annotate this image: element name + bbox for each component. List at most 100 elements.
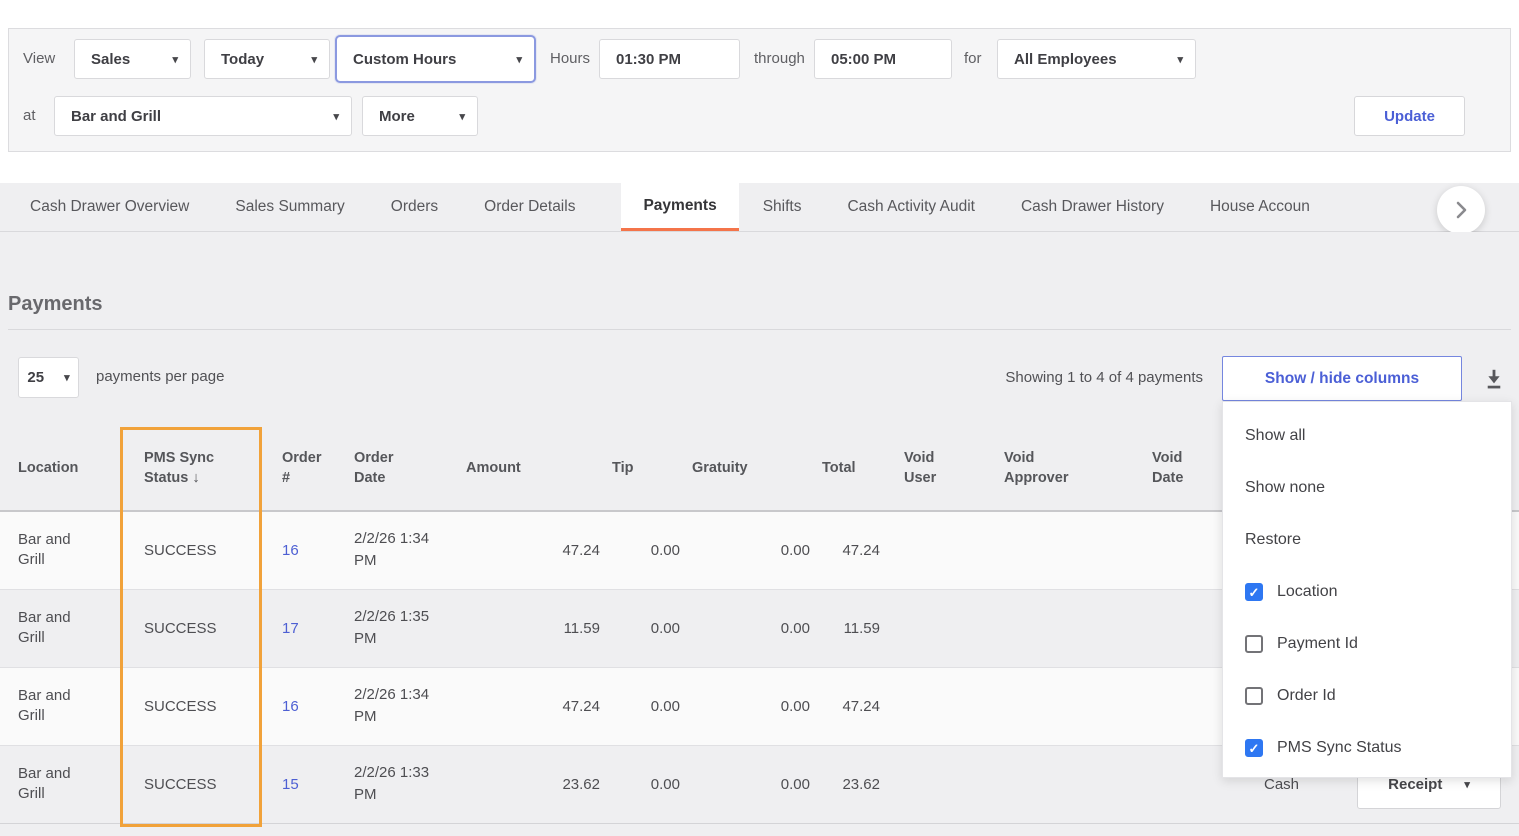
tab-cash-drawer-history[interactable]: Cash Drawer History [1021, 183, 1164, 231]
caret-down-icon: ▾ [311, 53, 317, 66]
pms-sync-status-cell: SUCCESS [120, 745, 262, 823]
column-header-total[interactable]: Total [822, 425, 892, 511]
void-approver-cell [992, 589, 1140, 667]
caret-down-icon: ▾ [1464, 778, 1470, 791]
hours-end-input[interactable]: 05:00 PM [814, 39, 952, 79]
pms-sync-status-cell: SUCCESS [120, 589, 262, 667]
amount-cell: 23.62 [466, 745, 612, 823]
column-header-order-date[interactable]: Order Date [342, 425, 466, 511]
for-label: for [964, 39, 982, 79]
caret-down-icon: ▾ [1177, 53, 1183, 66]
checkbox-icon[interactable]: ✓ [1245, 635, 1263, 653]
gratuity-cell: 0.00 [692, 667, 822, 745]
sort-descending-icon: ↓ [192, 470, 199, 486]
download-button[interactable] [1481, 366, 1507, 392]
caret-down-icon: ▾ [64, 371, 70, 384]
hours-label: Hours [550, 39, 590, 79]
order-number-link[interactable]: 17 [282, 620, 299, 637]
column-header-tip[interactable]: Tip [612, 425, 692, 511]
location-cell: Bar and Grill [18, 686, 80, 726]
tab-cash-activity-audit[interactable]: Cash Activity Audit [847, 183, 975, 231]
tip-cell: 0.00 [612, 589, 692, 667]
through-label: through [754, 39, 805, 79]
column-header-location[interactable]: Location [0, 425, 120, 511]
void-user-cell [892, 589, 992, 667]
tab-house-accounts[interactable]: House Accoun [1210, 183, 1310, 231]
update-button[interactable]: Update [1354, 96, 1465, 136]
menu-item-show-all[interactable]: Show all [1223, 410, 1511, 462]
filter-panel: View Sales ▾ Today ▾ Custom Hours ▾ Hour… [8, 28, 1511, 152]
menu-checkbox-location[interactable]: ✓ Location [1223, 566, 1511, 618]
tab-shifts[interactable]: Shifts [763, 183, 802, 231]
more-select[interactable]: More ▾ [362, 96, 478, 136]
total-cell: 47.24 [822, 511, 892, 589]
order-number-link[interactable]: 15 [282, 776, 299, 793]
column-header-gratuity[interactable]: Gratuity [692, 425, 822, 511]
menu-checkbox-pms-sync-status[interactable]: ✓ PMS Sync Status [1223, 722, 1511, 774]
total-cell: 23.62 [822, 745, 892, 823]
hours-mode-select[interactable]: Custom Hours ▾ [335, 35, 536, 83]
caret-down-icon: ▾ [459, 110, 465, 123]
results-count: Showing 1 to 4 of 4 payments [1005, 369, 1203, 386]
location-cell: Bar and Grill [18, 530, 80, 570]
location-select[interactable]: Bar and Grill ▾ [54, 96, 352, 136]
void-approver-cell [992, 667, 1140, 745]
checkbox-icon[interactable]: ✓ [1245, 687, 1263, 705]
total-cell: 47.24 [822, 667, 892, 745]
hours-start-input[interactable]: 01:30 PM [599, 39, 740, 79]
menu-checkbox-payment-id[interactable]: ✓ Payment Id [1223, 618, 1511, 670]
void-approver-cell [992, 511, 1140, 589]
tab-cash-drawer-overview[interactable]: Cash Drawer Overview [30, 183, 189, 231]
date-range-select[interactable]: Today ▾ [204, 39, 330, 79]
void-user-cell [892, 667, 992, 745]
order-date-cell: 2/2/26 1:33 PM [354, 762, 446, 806]
download-icon [1481, 366, 1507, 392]
order-date-cell: 2/2/26 1:34 PM [354, 528, 446, 572]
order-date-cell: 2/2/26 1:34 PM [354, 684, 446, 728]
amount-cell: 11.59 [466, 589, 612, 667]
payments-report-section: Payments 25 ▾ payments per page Showing … [0, 232, 1519, 836]
order-number-link[interactable]: 16 [282, 542, 299, 559]
tab-sales-summary[interactable]: Sales Summary [235, 183, 344, 231]
gratuity-cell: 0.00 [692, 511, 822, 589]
order-number-link[interactable]: 16 [282, 698, 299, 715]
tip-cell: 0.00 [612, 667, 692, 745]
void-approver-cell [992, 745, 1140, 823]
pms-sync-status-cell: SUCCESS [120, 511, 262, 589]
tab-payments[interactable]: Payments [621, 183, 738, 231]
menu-item-show-none[interactable]: Show none [1223, 462, 1511, 514]
show-hide-columns-button[interactable]: Show / hide columns [1222, 356, 1462, 401]
caret-down-icon: ▾ [172, 53, 178, 66]
column-header-amount[interactable]: Amount [466, 425, 612, 511]
tab-orders[interactable]: Orders [391, 183, 438, 231]
column-header-pms-sync-status[interactable]: PMS Sync Status ↓ [120, 425, 262, 511]
menu-item-restore[interactable]: Restore [1223, 514, 1511, 566]
column-header-void-user[interactable]: Void User [892, 425, 992, 511]
pms-sync-status-cell: SUCCESS [120, 667, 262, 745]
view-select[interactable]: Sales ▾ [74, 39, 191, 79]
column-header-order-number[interactable]: Order # [262, 425, 342, 511]
divider [8, 329, 1511, 330]
checkbox-icon[interactable]: ✓ [1245, 583, 1263, 601]
view-label: View [23, 39, 55, 79]
tabs-overflow-button[interactable] [1437, 186, 1485, 234]
page-size-label: payments per page [96, 368, 224, 385]
tab-order-details[interactable]: Order Details [484, 183, 575, 231]
report-tabs: Cash Drawer Overview Sales Summary Order… [0, 183, 1519, 232]
at-label: at [23, 96, 36, 136]
gratuity-cell: 0.00 [692, 745, 822, 823]
employees-select[interactable]: All Employees ▾ [997, 39, 1196, 79]
amount-cell: 47.24 [466, 511, 612, 589]
column-header-void-approver[interactable]: Void Approver [992, 425, 1140, 511]
columns-menu: Show all Show none Restore ✓ Location ✓ … [1222, 401, 1512, 778]
amount-cell: 47.24 [466, 667, 612, 745]
checkbox-icon[interactable]: ✓ [1245, 739, 1263, 757]
menu-checkbox-order-id[interactable]: ✓ Order Id [1223, 670, 1511, 722]
tip-cell: 0.00 [612, 511, 692, 589]
location-cell: Bar and Grill [18, 764, 80, 804]
page-size-select[interactable]: 25 ▾ [18, 357, 79, 398]
page-title: Payments [8, 293, 103, 316]
tip-cell: 0.00 [612, 745, 692, 823]
void-user-cell [892, 745, 992, 823]
caret-down-icon: ▾ [516, 53, 522, 66]
